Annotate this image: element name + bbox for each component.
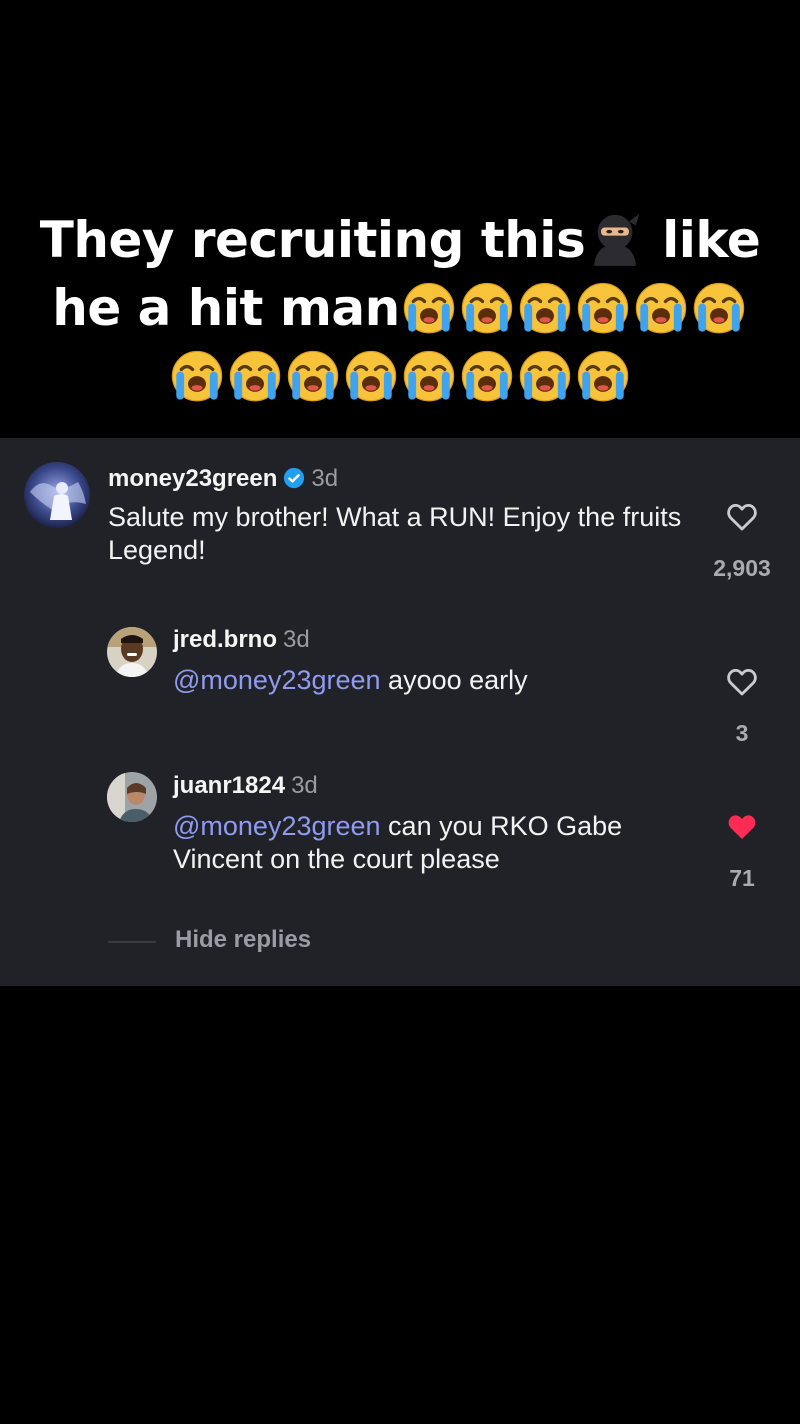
crying-emoji-icon — [517, 347, 573, 403]
crying-emoji-icon — [633, 279, 689, 335]
verified-badge-icon — [284, 467, 305, 489]
video-caption: They recruiting this like he a hit man — [0, 206, 800, 410]
caption-text-2: he a hit man — [52, 279, 400, 337]
comment-thread: money23green 3d Salute my brother! What a… — [0, 438, 800, 986]
caption-line-3 — [0, 342, 800, 410]
reply-text: @money23green can you RKO Gabe Vincent o… — [173, 810, 693, 876]
avatar-image — [24, 462, 90, 528]
crying-emoji-icon — [227, 347, 283, 403]
crying-emoji-icon — [575, 347, 631, 403]
avatar-image — [107, 627, 157, 677]
caption-text-1a: They recruiting this — [39, 211, 586, 269]
reply-time: 3d — [291, 772, 318, 799]
crying-emoji-icon — [459, 347, 515, 403]
crying-emoji-icon — [401, 279, 457, 335]
reply-username[interactable]: jred.brno — [173, 626, 277, 653]
heart-outline-icon[interactable] — [724, 665, 760, 699]
comment-like-count: 2,903 — [713, 555, 771, 581]
avatar-money23green[interactable] — [24, 462, 90, 528]
crying-emoji-icon — [401, 347, 457, 403]
reply-header: jred.brno 3d — [173, 625, 310, 655]
comment-username[interactable]: money23green — [108, 465, 277, 492]
crying-emoji-icon — [517, 279, 573, 335]
caption-text-1b: like — [645, 211, 761, 269]
comment-text: Salute my brother! What a RUN! Enjoy the… — [108, 502, 682, 565]
comment-time: 3d — [311, 465, 339, 492]
hide-replies-divider — [108, 941, 156, 943]
avatar-juanr1824[interactable] — [107, 772, 157, 822]
crying-emoji-icon — [459, 279, 515, 335]
heart-outline-icon[interactable] — [724, 500, 760, 534]
crying-emoji-icon — [575, 279, 631, 335]
reply-username[interactable]: juanr1824 — [173, 772, 285, 799]
reply-like-count: 3 — [735, 720, 749, 746]
avatar-image — [107, 772, 157, 822]
crying-emoji-icon — [343, 347, 399, 403]
reply-like-count: 71 — [729, 865, 755, 891]
ninja-emoji-icon — [586, 209, 644, 267]
comment-header: money23green 3d — [108, 464, 338, 494]
hide-replies-button[interactable]: Hide replies — [175, 926, 311, 954]
reply-mention-link[interactable]: @money23green — [173, 665, 381, 695]
crying-emoji-icon — [169, 347, 225, 403]
reply-header: juanr1824 3d — [173, 771, 318, 801]
heart-filled-icon[interactable] — [724, 810, 760, 844]
reply-text: @money23green ayooo early — [173, 664, 693, 697]
caption-line-1: They recruiting this like — [0, 206, 800, 274]
caption-line-2: he a hit man — [0, 274, 800, 342]
reply-time: 3d — [283, 626, 310, 653]
reply-mention-link[interactable]: @money23green — [173, 811, 381, 841]
crying-emoji-icon — [691, 279, 747, 335]
crying-emoji-icon — [285, 347, 341, 403]
reply-body: ayooo early — [380, 665, 528, 695]
avatar-jred-brno[interactable] — [107, 627, 157, 677]
